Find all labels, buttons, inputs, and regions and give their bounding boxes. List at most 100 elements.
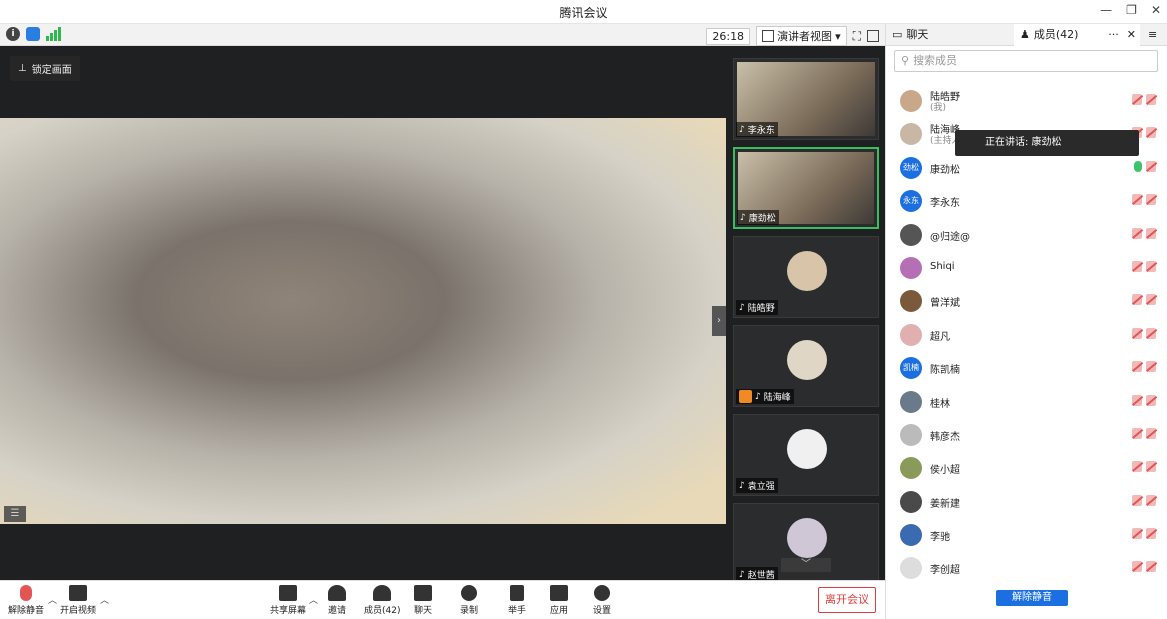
more-icon[interactable]: ··· (1108, 24, 1123, 46)
member-row[interactable]: 陆皓野 (我) (900, 88, 1156, 116)
member-row[interactable]: 韩彦杰 (900, 422, 1156, 450)
lock-view-button[interactable]: ⊥ 锁定画面 (10, 56, 80, 81)
tab-members[interactable]: ♟ 成员(42) ··· ✕ (1014, 24, 1140, 46)
camera-off-icon[interactable] (1146, 194, 1156, 205)
sidebar-toggle-icon[interactable] (867, 30, 879, 42)
mic-muted-icon[interactable] (1132, 228, 1142, 239)
camera-off-icon[interactable] (1146, 428, 1156, 439)
member-row[interactable]: Shiqi (900, 255, 1156, 283)
avatar (900, 290, 922, 312)
unmute-button[interactable]: 解除静音 (8, 585, 44, 616)
thumbnail-tile[interactable]: ♪ 赵世茜 (733, 503, 879, 585)
camera-off-icon[interactable] (1146, 294, 1156, 305)
mic-muted-icon[interactable] (1132, 495, 1142, 506)
camera-off-icon[interactable] (1146, 361, 1156, 372)
mic-muted-icon[interactable] (1132, 428, 1142, 439)
members-button[interactable]: 成员(42) (364, 585, 400, 616)
video-options-caret-icon[interactable]: ︿ (100, 593, 109, 606)
speaking-tooltip: 正在讲话: 康劲松 (955, 130, 1139, 156)
audio-options-caret-icon[interactable]: ︿ (48, 593, 57, 606)
member-row[interactable]: 姜新建 (900, 489, 1156, 517)
leave-meeting-button[interactable]: 离开会议 (818, 587, 876, 613)
member-row[interactable]: 凯楠 陈凯楠 (900, 355, 1156, 383)
mic-muted-icon[interactable] (1132, 361, 1142, 372)
camera-off-icon[interactable] (1146, 228, 1156, 239)
mic-muted-icon[interactable] (1132, 528, 1142, 539)
share-screen-button[interactable]: 共享屏幕 (270, 585, 306, 616)
camera-off-icon[interactable] (1146, 94, 1156, 105)
list-icon[interactable]: ☰ (4, 506, 26, 522)
settings-button[interactable]: 设置 (593, 585, 611, 616)
share-screen-icon (279, 585, 297, 601)
avatar: 凯楠 (900, 357, 922, 379)
raise-hand-button[interactable]: 举手 (508, 585, 526, 616)
camera-off-icon[interactable] (1146, 495, 1156, 506)
member-row[interactable]: 李创超 (900, 555, 1156, 583)
invite-icon (328, 585, 346, 601)
member-row[interactable]: @归途@ (900, 222, 1156, 250)
thumbnail-tile[interactable]: ♪ 李永东 (733, 58, 879, 140)
hand-icon (510, 585, 524, 601)
avatar: 劲松 (900, 157, 922, 179)
start-video-button[interactable]: 开启视频 (60, 585, 96, 616)
avatar (900, 424, 922, 446)
record-button[interactable]: 录制 (460, 585, 478, 616)
avatar (900, 324, 922, 346)
member-row[interactable]: 劲松 康劲松 (900, 155, 1156, 183)
mic-icon: ♪ (740, 212, 746, 223)
thumbnail-tile[interactable]: ♪ 康劲松 (733, 147, 879, 229)
mic-muted-icon[interactable] (1132, 461, 1142, 472)
share-options-caret-icon[interactable]: ︿ (309, 593, 318, 606)
menu-icon[interactable]: ≡ (1142, 24, 1167, 46)
camera-off-icon[interactable] (1146, 161, 1156, 172)
camera-off-icon[interactable] (1146, 395, 1156, 406)
member-row[interactable]: 曾洋斌 (900, 288, 1156, 316)
camera-off-icon[interactable] (1146, 528, 1156, 539)
mic-icon[interactable] (1134, 161, 1142, 172)
info-icon[interactable]: i (6, 27, 20, 41)
fullscreen-icon[interactable]: ⛶ (853, 29, 861, 44)
camera-off-icon[interactable] (1146, 261, 1156, 272)
camera-off-icon[interactable] (1146, 561, 1156, 572)
thumbnail-tile[interactable]: ♪ 陆海峰 (733, 325, 879, 407)
camera-off-icon[interactable] (1146, 461, 1156, 472)
title-bar: 腾讯会议 — ❐ ✕ (0, 0, 1167, 24)
mic-muted-icon[interactable] (1132, 561, 1142, 572)
mic-muted-icon[interactable] (1132, 194, 1142, 205)
shield-icon[interactable] (26, 27, 40, 41)
member-row[interactable]: 桂林 (900, 389, 1156, 417)
tab-chat[interactable]: ▭ 聊天 (886, 24, 1014, 46)
restore-icon[interactable]: ❐ (1126, 3, 1137, 17)
bottom-bar: 解除静音 ︿ 开启视频 ︿ 共享屏幕 ︿ 邀请 成员(42) 聊天 录制 举手 … (0, 580, 885, 619)
mic-muted-icon[interactable] (1132, 261, 1142, 272)
member-row[interactable]: 侯小超 (900, 455, 1156, 483)
invite-button[interactable]: 邀请 (328, 585, 346, 616)
camera-off-icon[interactable] (1146, 127, 1156, 138)
thumbnail-tile[interactable]: ♪ 袁立强 (733, 414, 879, 496)
thumbnail-tile[interactable]: ♪ 陆皓野 (733, 236, 879, 318)
member-row[interactable]: 超凡 (900, 322, 1156, 350)
member-search-input[interactable]: ⚲ 搜索成员 (894, 50, 1158, 72)
avatar (787, 518, 827, 558)
chat-button[interactable]: 聊天 (414, 585, 432, 616)
view-mode-dropdown[interactable]: 演讲者视图 ▾ (756, 26, 847, 46)
mic-muted-icon[interactable] (1132, 328, 1142, 339)
avatar (900, 123, 922, 145)
member-row[interactable]: 永东 李永东 (900, 188, 1156, 216)
minimize-icon[interactable]: — (1100, 3, 1112, 17)
scroll-down-icon[interactable]: ﹀ (781, 558, 831, 572)
avatar (787, 429, 827, 469)
unmute-all-button[interactable]: 解除静音 (996, 590, 1068, 606)
camera-off-icon[interactable] (1146, 328, 1156, 339)
close-icon[interactable]: ✕ (1151, 3, 1161, 17)
members-icon (373, 585, 392, 601)
panel-tabs: ▭ 聊天 ♟ 成员(42) ··· ✕ ≡ (886, 24, 1167, 46)
mic-muted-icon[interactable] (1132, 294, 1142, 305)
member-row[interactable]: 李驰 (900, 522, 1156, 550)
close-icon[interactable]: ✕ (1127, 24, 1140, 46)
mic-muted-icon[interactable] (1132, 94, 1142, 105)
signal-icon[interactable] (46, 27, 61, 41)
mic-muted-icon[interactable] (1132, 395, 1142, 406)
apps-button[interactable]: 应用 (550, 585, 568, 616)
collapse-thumbnails-button[interactable]: › (712, 306, 726, 336)
